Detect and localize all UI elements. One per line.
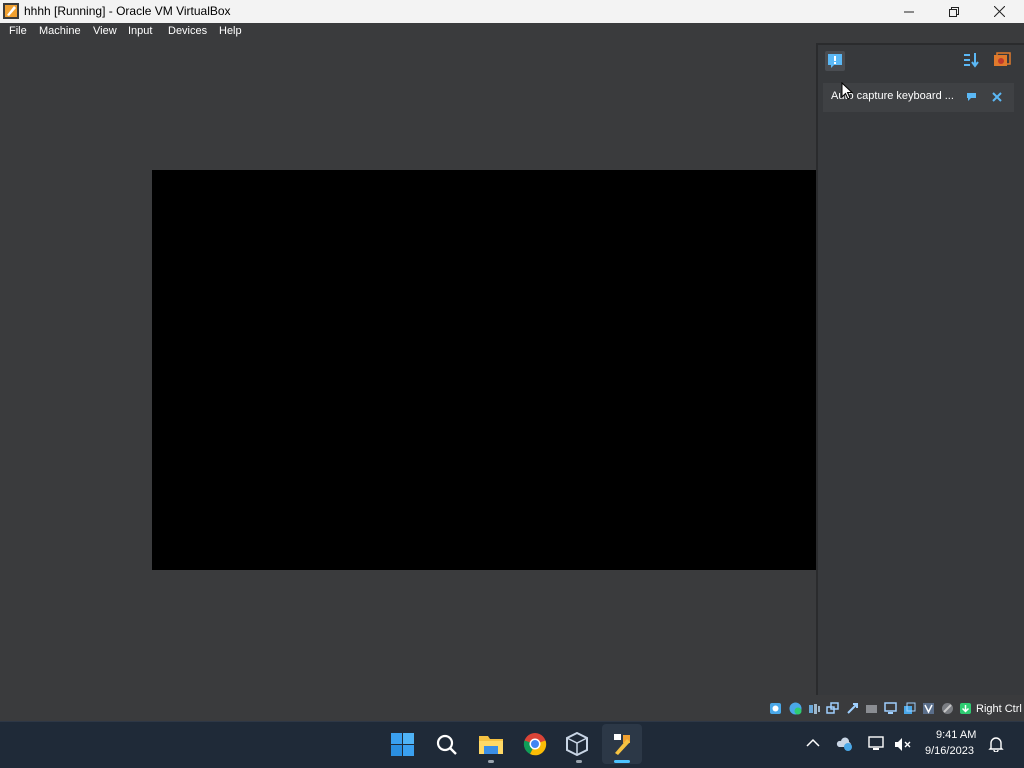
minimize-icon	[904, 11, 914, 12]
virtualbox-vm-icon	[3, 3, 19, 19]
close-notification-button[interactable]	[991, 91, 1003, 103]
window-title: hhhh [Running] - Oracle VM VirtualBox	[24, 4, 231, 18]
volume-muted-icon[interactable]	[894, 737, 912, 753]
vt-x-icon[interactable]	[922, 702, 935, 715]
mouse-integration-icon[interactable]	[941, 702, 954, 715]
chevron-up-icon[interactable]	[806, 738, 820, 748]
mouse-cursor-icon	[841, 82, 853, 100]
audio-icon[interactable]	[808, 702, 821, 715]
vm-display[interactable]	[152, 170, 816, 570]
close-window-button[interactable]	[976, 0, 1022, 23]
usb-icon[interactable]	[846, 702, 859, 715]
clock-time[interactable]: 9:41 AM	[936, 729, 976, 741]
menu-input[interactable]: Input	[128, 25, 152, 37]
sort-icon	[964, 53, 979, 68]
hard-disk-icon[interactable]	[769, 702, 782, 715]
notification-center-panel	[816, 43, 1024, 695]
menu-devices[interactable]: Devices	[168, 25, 207, 37]
cloud-icon[interactable]	[836, 736, 854, 752]
host-key-label: Right Ctrl	[976, 703, 1022, 715]
optical-drive-icon[interactable]	[789, 702, 802, 715]
file-explorer-running-indicator	[488, 760, 494, 763]
network-icon[interactable]	[826, 702, 839, 715]
menu-help[interactable]: Help	[219, 25, 242, 37]
network-status-icon[interactable]	[868, 736, 886, 752]
minimize-button[interactable]	[886, 0, 932, 23]
maximize-button[interactable]	[931, 0, 977, 23]
chrome-icon[interactable]	[523, 732, 547, 756]
sort-button[interactable]	[962, 51, 980, 69]
file-explorer-icon[interactable]	[478, 733, 504, 755]
keyboard-icon[interactable]	[959, 702, 972, 715]
display-icon[interactable]	[884, 702, 897, 715]
restore-icon	[949, 6, 959, 17]
search-icon[interactable]	[436, 734, 458, 756]
notification-center-icon	[828, 54, 842, 68]
menu-file[interactable]: File	[9, 25, 27, 37]
notification-center-button[interactable]	[825, 51, 845, 71]
keep-button[interactable]	[966, 91, 978, 103]
toggle-panel-button[interactable]	[992, 51, 1012, 69]
vm-window-icon[interactable]	[611, 731, 633, 755]
start-icon[interactable]	[391, 733, 414, 756]
title-bar[interactable]: hhhh [Running] - Oracle VM VirtualBox	[0, 0, 1024, 23]
clock-date[interactable]: 9/16/2023	[925, 745, 974, 757]
close-icon	[992, 92, 1002, 102]
notifications-bell-icon[interactable]	[988, 736, 1004, 752]
virtualbox-running-indicator	[576, 760, 582, 763]
shared-folders-icon[interactable]	[865, 702, 878, 715]
close-icon	[993, 6, 1005, 17]
menu-machine[interactable]: Machine	[39, 25, 81, 37]
menu-bar: File Machine View Input Devices Help	[0, 23, 1024, 42]
virtualbox-icon[interactable]	[566, 732, 588, 756]
vm-window-active-indicator	[614, 760, 630, 763]
keep-icon	[967, 93, 976, 101]
toggle-panel-icon	[994, 52, 1011, 66]
menu-view[interactable]: View	[93, 25, 117, 37]
recording-icon[interactable]	[903, 702, 916, 715]
